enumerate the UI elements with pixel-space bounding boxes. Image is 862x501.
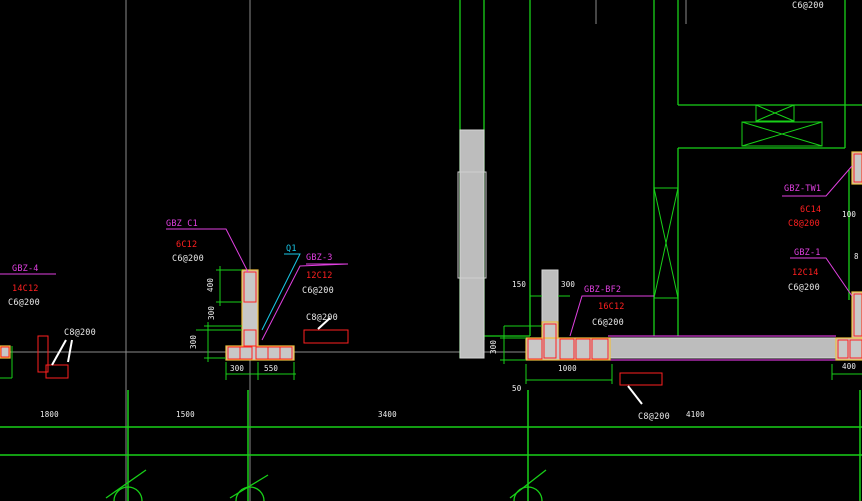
dim-8-right: 8 <box>854 252 859 261</box>
openings <box>459 104 823 299</box>
tie-detail-left <box>37 335 73 379</box>
gbz1-name: GBZ-1 <box>794 248 821 258</box>
cad-drawing-canvas[interactable] <box>0 0 862 501</box>
axis-bar <box>0 390 862 501</box>
bottom-tie-label: C8@200 <box>638 412 670 422</box>
axis-spacing-1: 1800 <box>40 410 59 419</box>
axis-spacing-4: 4100 <box>686 410 705 419</box>
dim-400: 400 <box>206 277 215 292</box>
gbzbf2-bars: 16C12 <box>598 302 625 312</box>
gbzc1-name: GBZ C1 <box>166 219 198 229</box>
column-gbz1 <box>831 151 862 380</box>
gbz4-stirrup: C6@200 <box>8 298 40 308</box>
gbz4-name: GBZ-4 <box>12 264 39 274</box>
gray-walls <box>241 129 837 359</box>
tie-detail-bottom-leader <box>627 385 643 405</box>
gbzc1-stirrup: C6@200 <box>172 254 204 264</box>
gbzbf2-stirrup: C6@200 <box>592 318 624 328</box>
q1-label: Q1 <box>286 244 297 254</box>
dim-550: 550 <box>264 364 279 373</box>
dim-50: 50 <box>512 384 522 393</box>
gbzbf2-name: GBZ-BF2 <box>584 285 622 295</box>
top-right-stirrup-label: C6@200 <box>792 1 824 11</box>
gbz1-bars: 12C14 <box>792 268 819 278</box>
tie-detail-mid <box>303 329 349 344</box>
axis-spacing-2: 1500 <box>176 410 195 419</box>
gbz3-stirrup: C6@200 <box>302 286 334 296</box>
wall-outlines <box>459 0 862 358</box>
dim-1000: 1000 <box>558 364 577 373</box>
gbz3-bars: 12C12 <box>306 271 333 281</box>
dim-300-horz: 300 <box>230 364 245 373</box>
gbztw1-name: GBZ-TW1 <box>784 184 822 194</box>
left-tie-label: C8@200 <box>64 328 96 338</box>
dim-150: 150 <box>512 280 527 289</box>
gbz1-stirrup: C6@200 <box>788 283 820 293</box>
dim-300-vert-a: 300 <box>207 305 216 320</box>
mid-tie-label: C8@200 <box>306 313 338 323</box>
annotation-leaders <box>0 165 853 341</box>
dim-400-right: 400 <box>842 362 857 371</box>
grid-lines <box>0 0 687 501</box>
axis-bubbles <box>105 469 547 501</box>
gbztw1-bars: 6C14 <box>800 205 822 215</box>
gbz4-bars: 14C12 <box>12 284 39 294</box>
gbztw1-stirrup: C8@200 <box>788 219 820 229</box>
dim-300-top: 300 <box>561 280 576 289</box>
gbz3-name: GBZ-3 <box>306 253 333 263</box>
gbzc1-bars: 6C12 <box>176 240 198 250</box>
tie-detail-bottom <box>619 372 663 386</box>
dim-300-vert-c: 300 <box>489 339 498 354</box>
column-gbz4 <box>0 345 13 379</box>
dim-100-right: 100 <box>842 210 857 219</box>
axis-spacing-3: 3400 <box>378 410 397 419</box>
dim-300-vert-b: 300 <box>189 334 198 349</box>
